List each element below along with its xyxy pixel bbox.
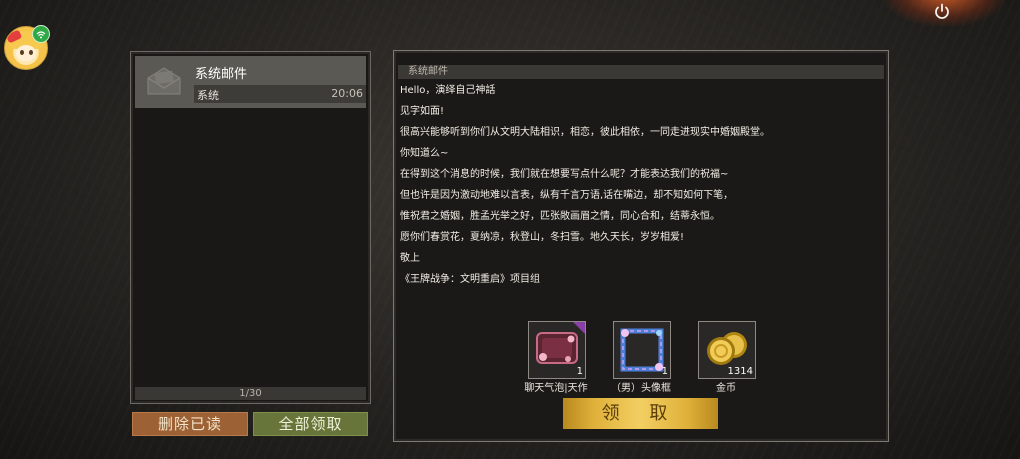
- mail-item-meta: 系统 20:06: [194, 85, 366, 103]
- delete-read-button[interactable]: 删除已读: [132, 412, 248, 436]
- collect-all-button[interactable]: 全部领取: [253, 412, 368, 436]
- mail-list-item[interactable]: 系统邮件 系统 20:06: [135, 56, 366, 108]
- mail-body-line: Hello，演绎自己神話: [400, 85, 496, 96]
- reward-slot-avatar-frame[interactable]: 1: [613, 321, 671, 379]
- reward-qty: 1: [576, 366, 583, 377]
- mail-body-line: 你知道么~: [400, 148, 449, 159]
- envelope-icon: [144, 64, 184, 102]
- mail-body-line: 愿你们春赏花，夏纳凉，秋登山，冬扫雪。地久天长，岁岁相爱!: [400, 232, 685, 243]
- mail-body-line: 很高兴能够听到你们从文明大陆相识，相恋，彼此相依，一同走进现实中婚姻殿堂。: [400, 127, 770, 138]
- wifi-icon: [32, 25, 50, 43]
- mail-detail-header: 系统邮件: [398, 65, 884, 79]
- reward-name: （男）头像框: [611, 383, 671, 394]
- mail-body-line: 《王牌战争：文明重启》项目组: [400, 274, 540, 285]
- chat-bubble-icon: [535, 331, 579, 373]
- reward-slot-gold[interactable]: 1314: [698, 321, 756, 379]
- mail-body: Hello，演绎自己神話 见字如面! 很高兴能够听到你们从文明大陆相识，相恋，彼…: [400, 83, 870, 293]
- power-icon[interactable]: [930, 0, 954, 24]
- mail-body-line: 敬上: [400, 253, 420, 264]
- mail-list-pager: 1/30: [135, 387, 366, 400]
- mail-detail-title: 系统邮件: [408, 66, 448, 77]
- mail-item-sender: 系统: [197, 89, 219, 102]
- collect-button[interactable]: 领 取: [563, 398, 718, 429]
- reward-qty: 1314: [727, 366, 753, 377]
- mail-item-time: 20:06: [331, 87, 363, 100]
- avatar-face: [16, 45, 36, 61]
- reward-name: 金币: [716, 383, 736, 394]
- avatar-frame-icon: [619, 327, 665, 377]
- reward-slot-chat-bubble[interactable]: 1: [528, 321, 586, 379]
- mail-body-line: 但也许是因为激动地难以言表，纵有千言万语,话在嘴边，却不知如何下笔，: [400, 190, 734, 201]
- mail-item-title: 系统邮件: [195, 67, 248, 82]
- avatar-eye: [29, 50, 33, 55]
- avatar-eye: [20, 50, 24, 55]
- rarity-corner: [573, 322, 585, 334]
- mail-list-panel: 系统邮件 系统 20:06 1/30: [130, 51, 371, 404]
- reward-name: 聊天气泡|天作: [524, 383, 588, 394]
- mail-detail-panel: 系统邮件 Hello，演绎自己神話 见字如面! 很高兴能够听到你们从文明大陆相识…: [393, 50, 889, 442]
- mail-body-line: 在得到这个消息的时候，我们就在想要写点什么呢？才能表达我们的祝福~: [400, 169, 729, 180]
- mail-body-line: 惟祝君之婚姻，胜孟光举之好，匹张敞画眉之情，同心合和，结蒂永恒。: [400, 211, 720, 222]
- reward-qty: 1: [661, 366, 668, 377]
- mail-body-line: 见字如面!: [400, 106, 445, 117]
